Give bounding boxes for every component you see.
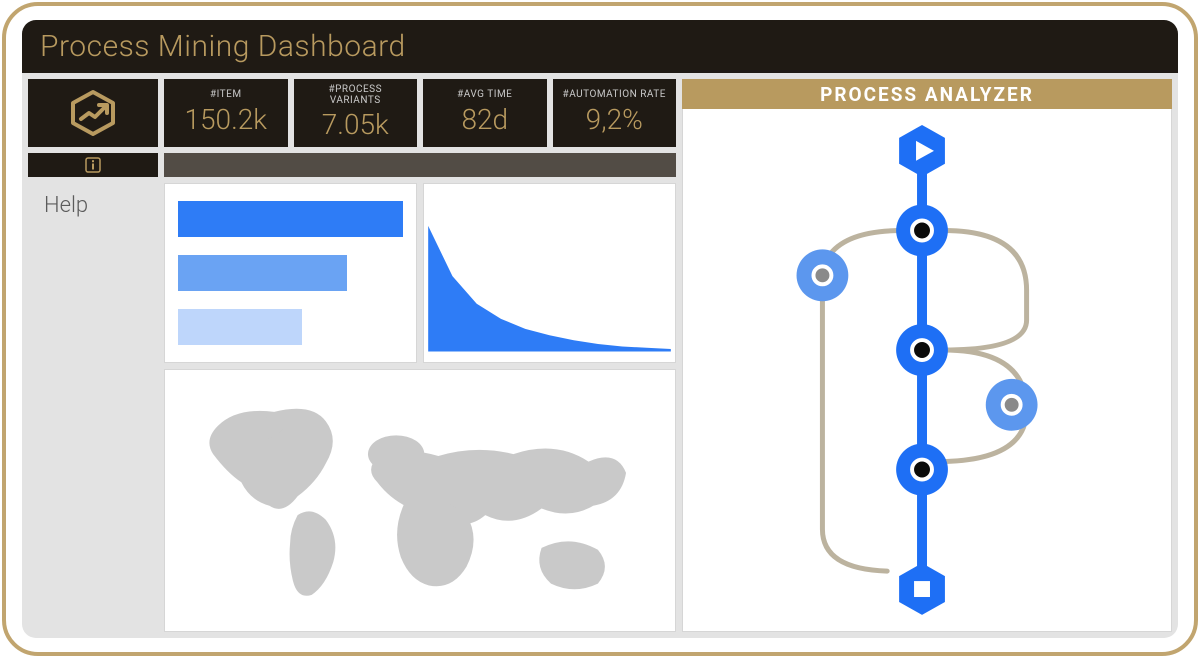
left-pane: #ITEM 150.2k #PROCESS VARIANTS 7.05k #AV…	[28, 79, 676, 632]
hexagon-trend-icon	[69, 89, 117, 137]
bar-segment	[178, 201, 404, 237]
panels-top	[164, 183, 676, 363]
kpi-card-avg-time[interactable]: #AVG TIME 82d	[423, 79, 547, 147]
start-node-icon	[899, 125, 945, 177]
kpi-value: 82d	[461, 103, 508, 136]
end-node-icon	[899, 563, 945, 615]
screen: Process Mining Dashboard #ITEM 150.2k	[22, 20, 1178, 638]
sidebar-item-help[interactable]: Help	[44, 193, 158, 218]
activity-node-alt-icon	[797, 250, 849, 302]
tablet-frame: Process Mining Dashboard #ITEM 150.2k	[2, 2, 1198, 656]
kpi-label: #AUTOMATION RATE	[563, 90, 666, 101]
kpi-value: 9,2%	[586, 103, 643, 136]
panels	[164, 183, 676, 632]
analyzer-diagram[interactable]	[682, 109, 1172, 632]
content: #ITEM 150.2k #PROCESS VARIANTS 7.05k #AV…	[22, 73, 1178, 638]
kpi-value: 150.2k	[184, 103, 267, 136]
analyzer-title: PROCESS ANALYZER	[682, 79, 1172, 109]
activity-node-icon	[896, 205, 948, 257]
kpi-card-automation[interactable]: #AUTOMATION RATE 9,2%	[553, 79, 677, 147]
title-bar: Process Mining Dashboard	[22, 20, 1178, 73]
kpi-card-variants[interactable]: #PROCESS VARIANTS 7.05k	[294, 79, 418, 147]
bar-segment	[178, 309, 302, 345]
kpi-label: #AVG TIME	[457, 90, 512, 101]
info-button[interactable]	[28, 153, 158, 177]
mid-row: Help	[28, 183, 676, 632]
bar-chart-card[interactable]	[164, 183, 417, 363]
sidebar: Help	[28, 183, 158, 632]
brand-tile	[28, 79, 158, 147]
kpi-value: 7.05k	[322, 108, 389, 141]
app-title: Process Mining Dashboard	[40, 29, 406, 64]
world-map-card[interactable]	[164, 369, 676, 632]
kpi-label: #ITEM	[210, 90, 242, 101]
world-map-icon	[185, 381, 654, 621]
info-icon	[85, 157, 101, 173]
kpi-card-item[interactable]: #ITEM 150.2k	[164, 79, 288, 147]
area-path	[428, 226, 671, 352]
activity-node-icon	[896, 324, 948, 376]
bar-chart	[178, 201, 404, 345]
bar-segment	[178, 255, 347, 291]
activity-node-icon	[896, 444, 948, 496]
info-filler	[164, 153, 676, 177]
kpi-row: #ITEM 150.2k #PROCESS VARIANTS 7.05k #AV…	[28, 79, 676, 147]
distribution-area	[424, 184, 675, 362]
process-analyzer-panel: PROCESS ANALYZER	[682, 79, 1172, 632]
activity-node-alt-icon	[986, 379, 1038, 431]
kpi-label: #PROCESS VARIANTS	[328, 85, 382, 106]
process-graph	[683, 109, 1171, 631]
info-row	[28, 153, 676, 177]
distribution-chart-card[interactable]	[423, 183, 676, 363]
